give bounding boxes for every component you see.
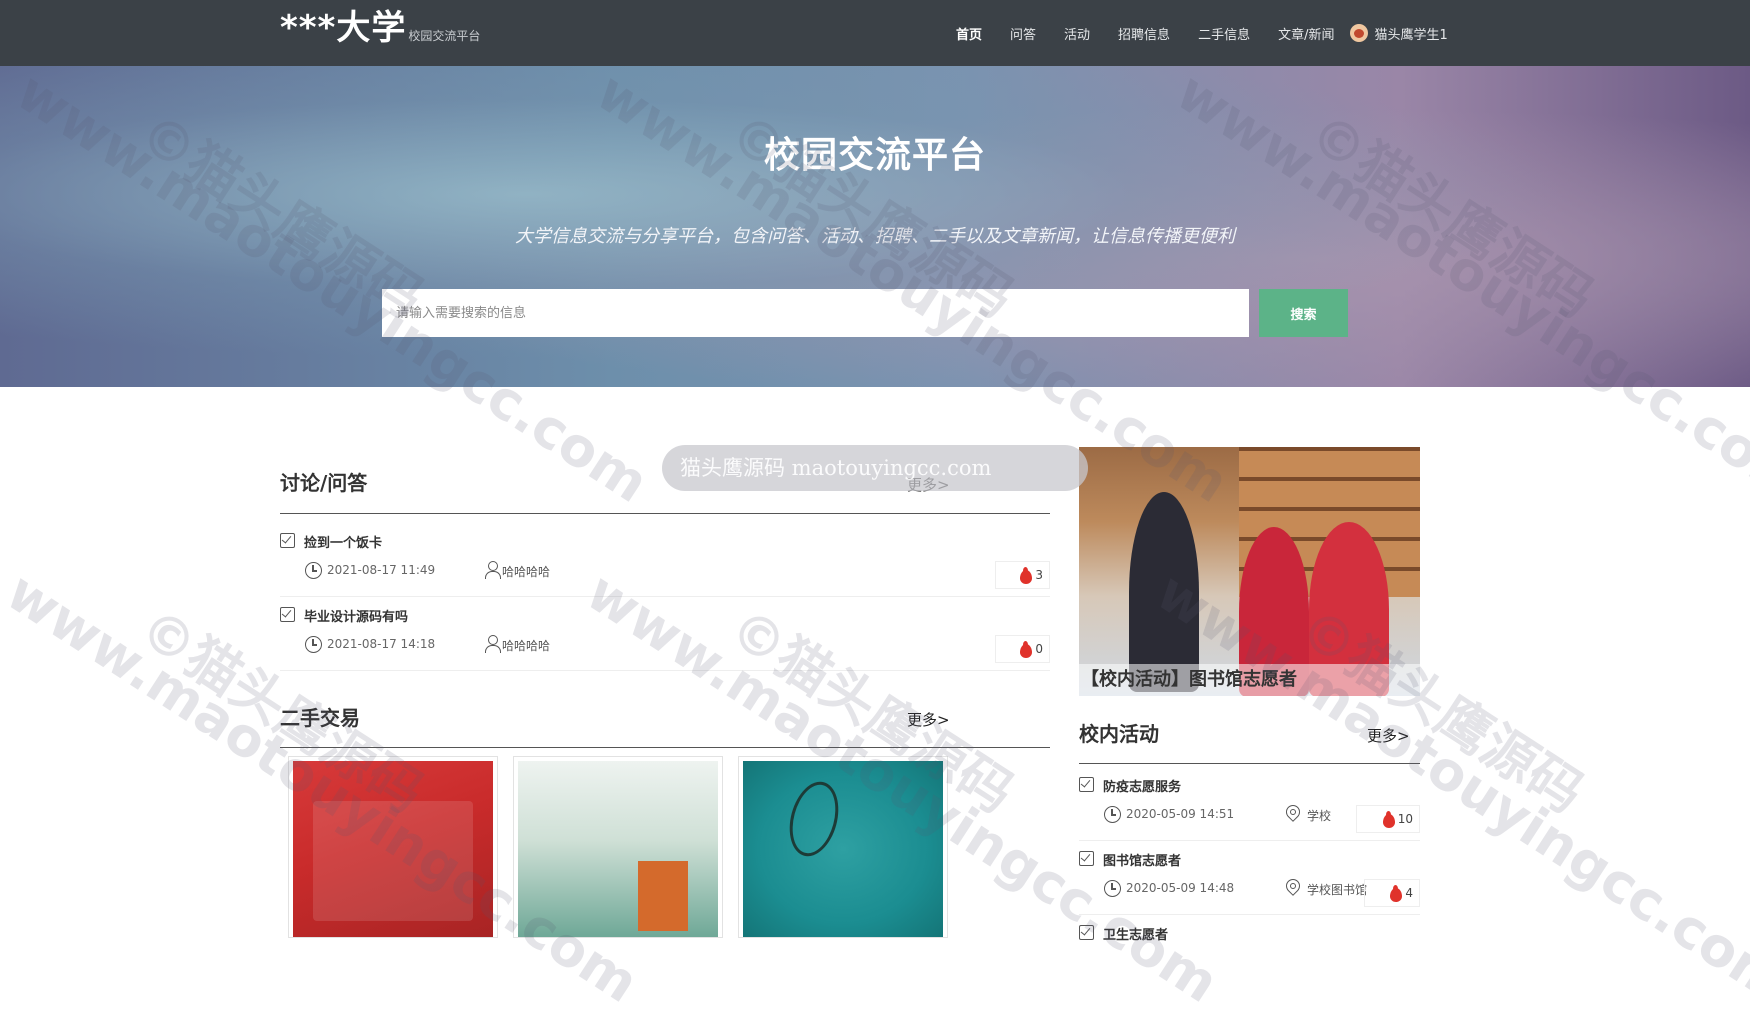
- item-date: 2020-05-09 14:48: [1126, 881, 1235, 895]
- logo-title: ***大学: [280, 8, 407, 48]
- hot-count: 4: [1405, 886, 1413, 900]
- main-nav: 首页 问答 活动 招聘信息 二手信息 文章/新闻 猫头鹰学生1: [956, 0, 1448, 66]
- nav-jobs[interactable]: 招聘信息: [1118, 24, 1170, 43]
- goods-card[interactable]: [513, 756, 723, 938]
- search-button[interactable]: 搜索: [1259, 289, 1348, 337]
- hot-count: 3: [1035, 568, 1043, 582]
- hot-badge: 3: [995, 561, 1050, 589]
- hero-subtitle: 大学信息交流与分享平台，包含问答、活动、招聘、二手以及文章新闻，让信息传播更便利: [515, 226, 1235, 247]
- item-date: 2021-08-17 11:49: [327, 563, 436, 577]
- logo-subtitle: 校园交流平台: [408, 29, 481, 43]
- flame-icon: [1019, 640, 1033, 658]
- flame-icon: [1019, 566, 1033, 584]
- nav-second-hand[interactable]: 二手信息: [1198, 24, 1250, 43]
- activities-section-title: 校内活动: [1079, 722, 1159, 746]
- user-icon: [485, 635, 501, 653]
- clock-icon: [305, 636, 322, 653]
- nav-activities[interactable]: 活动: [1064, 24, 1090, 43]
- nav-articles[interactable]: 文章/新闻: [1278, 24, 1334, 43]
- watermark-pill: 猫头鹰源码 maotouyingcc.com: [662, 445, 1088, 491]
- list-item[interactable]: 图书馆志愿者 2020-05-09 14:48 学校图书馆 4: [1079, 841, 1420, 915]
- hot-count: 0: [1035, 642, 1043, 656]
- list-item[interactable]: 捡到一个饭卡 2021-08-17 11:49 哈哈哈哈 3: [280, 523, 1050, 597]
- flame-icon: [1382, 810, 1396, 828]
- item-title[interactable]: 图书馆志愿者: [1103, 850, 1181, 869]
- person-illustration: [1129, 492, 1199, 692]
- hot-count: 10: [1397, 812, 1413, 826]
- second-hand-more-link[interactable]: 更多>: [907, 709, 950, 730]
- location-pin-icon: [1285, 805, 1299, 823]
- item-author: 哈哈哈哈: [502, 639, 551, 653]
- clock-icon: [305, 562, 322, 579]
- item-title[interactable]: 卫生志愿者: [1103, 924, 1168, 943]
- qa-section-title: 讨论/问答: [280, 471, 368, 495]
- goods-card[interactable]: [288, 756, 498, 938]
- user-icon: [485, 561, 501, 579]
- checkbox-icon: [1079, 777, 1094, 792]
- checkbox-icon: [1079, 851, 1094, 866]
- item-title[interactable]: 毕业设计源码有吗: [304, 606, 408, 625]
- list-item[interactable]: 毕业设计源码有吗 2021-08-17 14:18 哈哈哈哈 0: [280, 597, 1050, 671]
- avatar: [1350, 24, 1369, 42]
- hot-badge: 10: [1356, 805, 1420, 833]
- hot-badge: 4: [1364, 879, 1420, 907]
- item-author: 哈哈哈哈: [502, 565, 551, 579]
- featured-caption[interactable]: 【校内活动】图书馆志愿者: [1079, 664, 1420, 696]
- item-date: 2021-08-17 14:18: [327, 637, 436, 651]
- item-date: 2020-05-09 14:51: [1126, 807, 1235, 821]
- qa-divider: [280, 513, 1050, 514]
- featured-activity-image[interactable]: 【校内活动】图书馆志愿者: [1079, 447, 1420, 696]
- user-name: 猫头鹰学生1: [1374, 27, 1448, 43]
- flame-icon: [1389, 884, 1403, 902]
- checkbox-icon: [280, 533, 295, 548]
- user-menu[interactable]: 猫头鹰学生1: [1350, 24, 1448, 43]
- item-location: 学校图书馆: [1307, 883, 1368, 897]
- clock-icon: [1104, 806, 1121, 823]
- hero-banner: 校园交流平台 大学信息交流与分享平台，包含问答、活动、招聘、二手以及文章新闻，让…: [0, 66, 1750, 387]
- nav-qa[interactable]: 问答: [1010, 24, 1036, 43]
- goods-card[interactable]: [738, 756, 948, 938]
- activities-divider: [1079, 763, 1420, 764]
- activities-more-link[interactable]: 更多>: [1367, 725, 1410, 746]
- item-title[interactable]: 捡到一个饭卡: [304, 532, 382, 551]
- item-location: 学校: [1307, 809, 1332, 823]
- second-hand-divider: [280, 747, 1050, 748]
- hero-title: 校园交流平台: [763, 135, 986, 176]
- clock-icon: [1104, 880, 1121, 897]
- hot-badge: 0: [995, 635, 1050, 663]
- list-item[interactable]: 防疫志愿服务 2020-05-09 14:51 学校 10: [1079, 767, 1420, 841]
- top-navbar: ***大学 校园交流平台 首页 问答 活动 招聘信息 二手信息 文章/新闻 猫头…: [0, 0, 1750, 66]
- checkbox-icon: [280, 607, 295, 622]
- goods-image[interactable]: [518, 761, 718, 937]
- nav-home[interactable]: 首页: [956, 24, 982, 43]
- site-logo[interactable]: ***大学 校园交流平台: [280, 8, 480, 48]
- goods-image[interactable]: [743, 761, 943, 937]
- location-pin-icon: [1285, 879, 1299, 897]
- item-title[interactable]: 防疫志愿服务: [1103, 776, 1181, 795]
- goods-image[interactable]: [293, 761, 493, 937]
- second-hand-section-title: 二手交易: [280, 706, 360, 730]
- list-item[interactable]: 卫生志愿者: [1079, 915, 1420, 943]
- search-input[interactable]: [382, 289, 1249, 337]
